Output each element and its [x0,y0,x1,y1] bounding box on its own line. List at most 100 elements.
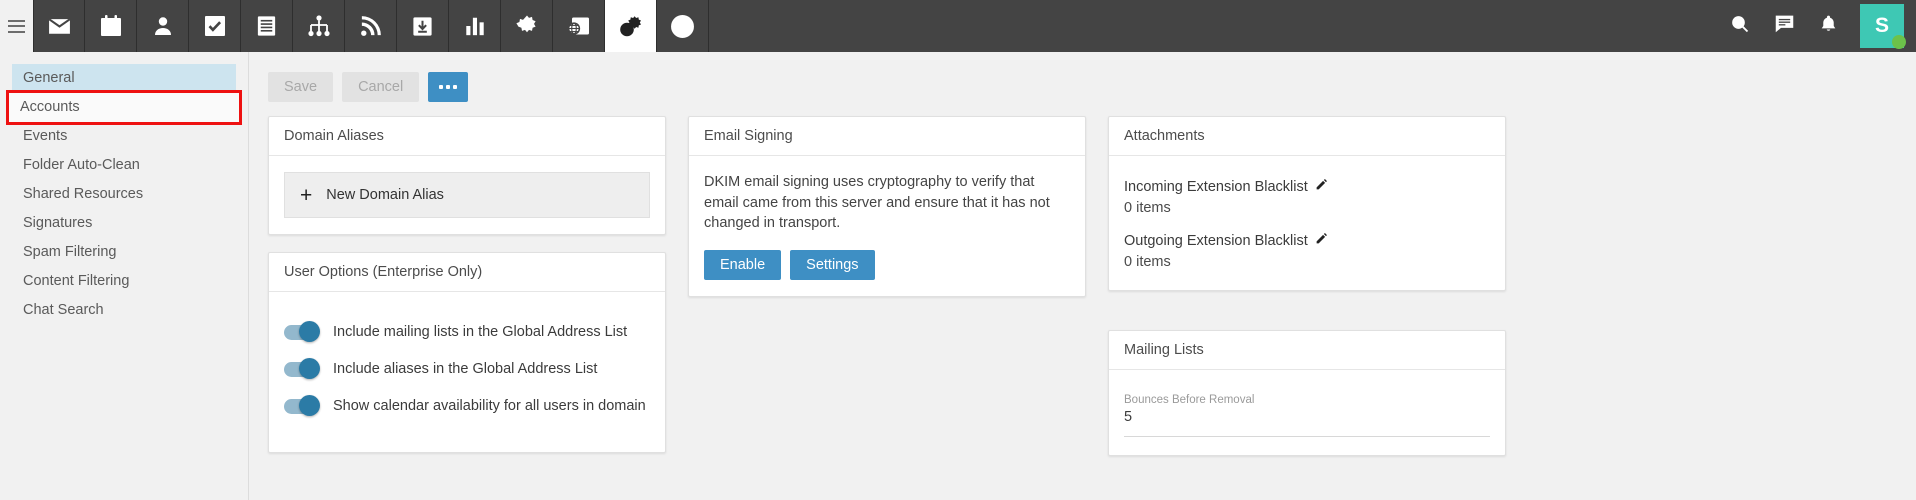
email-signing-card: Email Signing DKIM email signing uses cr… [688,116,1086,297]
more-actions-button[interactable] [428,72,469,102]
sidebar-item-label: Accounts [20,99,80,115]
plus-circle-icon [670,14,695,39]
dot-icon [446,85,451,89]
calendar-icon [99,14,123,38]
bounces-before-removal-field[interactable]: Bounces Before Removal 5 [1124,392,1490,437]
tab-feeds[interactable] [345,0,397,52]
toggle-knob [299,395,320,416]
tab-contacts[interactable] [137,0,189,52]
settings-button[interactable]: Settings [790,249,875,280]
sidebar-item-chat-search[interactable]: Chat Search [12,296,236,325]
new-domain-alias-button[interactable]: + New Domain Alias [284,172,650,218]
chat-icon [1774,13,1795,39]
cancel-button[interactable]: Cancel [342,72,420,102]
sidebar-item-accounts[interactable]: Accounts [6,90,242,125]
attachment-label: Incoming Extension Blacklist [1124,178,1308,195]
attachment-row-title: Outgoing Extension Blacklist [1124,232,1490,249]
card-title: Domain Aliases [269,117,665,156]
new-domain-alias-label: New Domain Alias [326,187,444,203]
main-content: Save Cancel Domain Aliases + New Domain … [250,52,1916,500]
sidebar-item-spam-filtering[interactable]: Spam Filtering [12,238,236,267]
tab-domain-reports[interactable] [553,0,605,52]
sidebar-item-label: Chat Search [23,302,104,318]
toggle-label: Include aliases in the Global Address Li… [333,361,598,377]
toggle-row-aliases-gal: Include aliases in the Global Address Li… [284,351,650,387]
bar-chart-icon [464,15,486,37]
column-middle: Email Signing DKIM email signing uses cr… [688,116,1086,297]
sidebar-item-label: Content Filtering [23,273,130,289]
sidebar-item-label: Spam Filtering [23,244,117,260]
tab-add[interactable] [657,0,709,52]
tab-tasks[interactable] [189,0,241,52]
tab-calendar[interactable] [85,0,137,52]
topbar-right-actions: S [1718,0,1916,52]
tab-inbox-rules[interactable] [397,0,449,52]
sitemap-icon [307,14,331,38]
inbox-download-icon [411,15,434,38]
domain-settings-icon [619,14,643,38]
card-body: Incoming Extension Blacklist 0 items Out… [1109,156,1505,290]
bounces-before-removal-input[interactable]: 5 [1124,409,1490,437]
edit-pencil-icon[interactable] [1315,178,1328,195]
bell-icon [1819,13,1838,39]
search-icon [1730,14,1750,39]
domain-reports-icon [567,14,591,38]
email-signing-actions: Enable Settings [704,249,1070,280]
sidebar-item-signatures[interactable]: Signatures [12,209,236,238]
tab-notes[interactable] [241,0,293,52]
tab-domain-settings[interactable] [605,0,657,52]
sidebar-item-label: Signatures [23,215,93,231]
notifications-button[interactable] [1806,0,1850,52]
action-toolbar: Save Cancel [250,52,1916,102]
tab-reports[interactable] [449,0,501,52]
sidebar-item-label: Shared Resources [23,186,144,202]
attachment-count: 0 items [1124,200,1171,216]
mailing-lists-card: Mailing Lists Bounces Before Removal 5 [1108,330,1506,456]
settings-sidebar: General Accounts Events Folder Auto-Clea… [0,52,249,500]
mail-icon [47,14,72,39]
dot-icon [439,85,444,89]
sidebar-item-shared-resources[interactable]: Shared Resources [12,180,236,209]
sidebar-item-general[interactable]: General [12,64,236,93]
avatar[interactable]: S [1856,0,1908,52]
tasks-icon [203,14,227,38]
settings-columns: Domain Aliases + New Domain Alias User O… [250,102,1916,456]
sidebar-item-label: Events [23,128,68,144]
save-button[interactable]: Save [268,72,334,102]
column-left: Domain Aliases + New Domain Alias User O… [268,116,666,453]
hamburger-menu-button[interactable] [0,0,33,52]
toggle-row-mailing-lists-gal: Include mailing lists in the Global Addr… [284,314,650,350]
notes-icon [255,14,278,38]
field-label: Bounces Before Removal [1124,394,1255,406]
tab-org-chart[interactable] [293,0,345,52]
toggle-include-aliases[interactable] [284,358,320,379]
card-title: User Options (Enterprise Only) [269,253,665,292]
card-title: Mailing Lists [1109,331,1505,370]
hamburger-menu-icon[interactable] [8,19,25,33]
plus-icon: + [300,183,313,207]
chat-button[interactable] [1762,0,1806,52]
attachments-card: Attachments Incoming Extension Blacklist… [1108,116,1506,291]
toggle-include-mailing-lists[interactable] [284,321,320,342]
dot-icon [453,85,458,89]
attachment-count: 0 items [1124,254,1171,270]
domain-aliases-card: Domain Aliases + New Domain Alias [268,116,666,235]
tab-settings[interactable] [501,0,553,52]
toggle-label: Include mailing lists in the Global Addr… [333,324,628,340]
sidebar-item-label: General [23,70,75,86]
sidebar-item-folder-auto-clean[interactable]: Folder Auto-Clean [12,151,236,180]
attachment-row-title: Incoming Extension Blacklist [1124,178,1490,195]
card-body: DKIM email signing uses cryptography to … [689,156,1085,296]
sidebar-item-content-filtering[interactable]: Content Filtering [12,267,236,296]
toggle-show-calendar-availability[interactable] [284,395,320,416]
card-body: + New Domain Alias [269,156,665,234]
tab-email[interactable] [33,0,85,52]
sidebar-item-events[interactable]: Events [12,122,236,151]
attachment-label: Outgoing Extension Blacklist [1124,232,1308,249]
enable-button[interactable]: Enable [704,249,782,280]
edit-pencil-icon[interactable] [1315,232,1328,249]
toggle-knob [299,358,320,379]
toggle-knob [299,321,320,342]
search-button[interactable] [1718,0,1762,52]
